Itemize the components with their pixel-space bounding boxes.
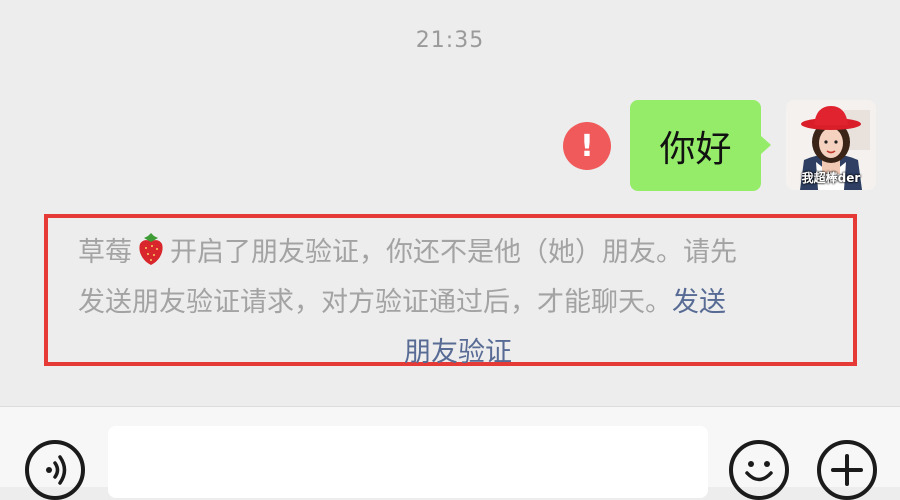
message-input[interactable] <box>108 426 708 498</box>
notice-contact-name: 草莓 <box>78 237 132 268</box>
notice-line-2: 发送朋友验证请求，对方验证通过后，才能聊天。发送 <box>78 278 838 328</box>
message-text: 你好 <box>659 128 732 170</box>
notice-text-2: 发送朋友验证请求，对方验证通过后，才能聊天。 <box>78 287 672 318</box>
notice-line-3: 朋友验证 <box>78 328 838 378</box>
emoji-button[interactable] <box>729 440 789 500</box>
send-failed-mark: ! <box>580 128 594 164</box>
send-verification-link-part1[interactable]: 发送 <box>672 287 726 318</box>
plus-icon <box>831 454 863 486</box>
voice-icon <box>46 455 67 485</box>
strawberry-icon <box>139 233 163 265</box>
bubble-tail <box>761 136 771 154</box>
voice-button[interactable] <box>25 440 85 500</box>
avatar[interactable]: 我超棒der <box>786 100 876 190</box>
smiley-icon <box>745 461 773 482</box>
message-bubble[interactable]: 你好 <box>630 100 761 191</box>
friend-verification-notice: 草莓 开启了朋友验证，你还不是他（她）朋友。请先 发送朋友验证请求，对方验证通过… <box>78 228 838 378</box>
more-button[interactable] <box>817 440 877 500</box>
avatar-caption: 我超棒der <box>801 171 861 185</box>
notice-text-1: 开启了朋友验证，你还不是他（她）朋友。请先 <box>170 237 737 268</box>
message-timestamp: 21:35 <box>415 28 485 53</box>
send-verification-link-part2[interactable]: 朋友验证 <box>404 337 512 368</box>
notice-line-1: 草莓 开启了朋友验证，你还不是他（她）朋友。请先 <box>78 228 838 278</box>
send-failed-icon[interactable]: ! <box>563 122 611 170</box>
